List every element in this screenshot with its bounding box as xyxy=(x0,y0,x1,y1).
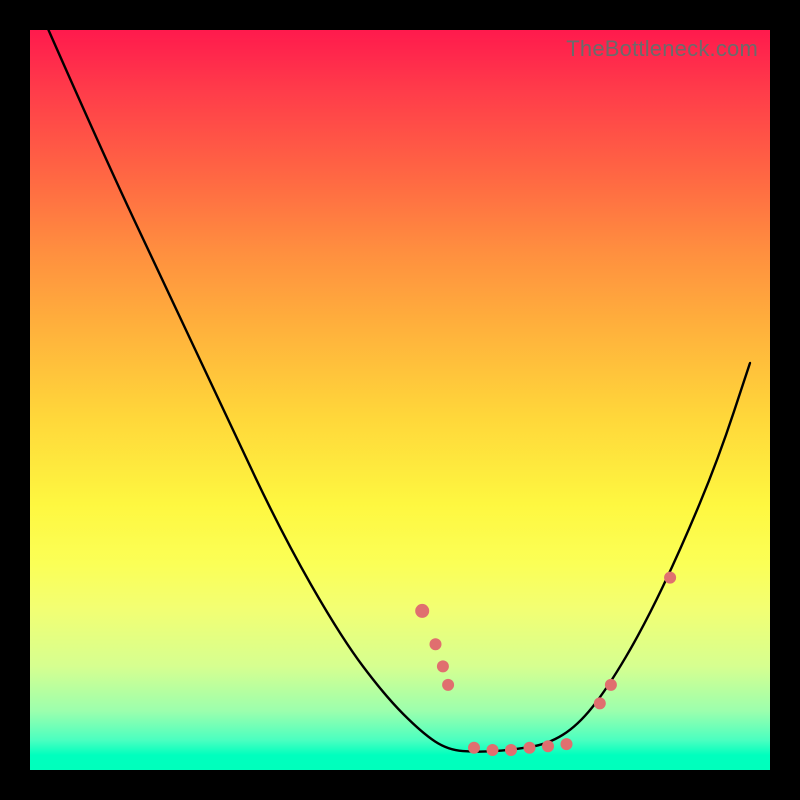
chart-svg xyxy=(30,30,770,770)
curve-bead xyxy=(437,660,449,672)
curve-bead xyxy=(594,697,606,709)
curve-bead xyxy=(415,604,429,618)
curve-bead xyxy=(505,744,517,756)
curve-bead xyxy=(524,742,536,754)
chart-frame: TheBottleneck.com xyxy=(30,30,770,770)
curve-bead xyxy=(664,572,676,584)
bottleneck-curve xyxy=(49,30,751,752)
curve-bead xyxy=(487,744,499,756)
curve-bead xyxy=(561,738,573,750)
curve-beads xyxy=(415,572,676,756)
curve-bead xyxy=(442,679,454,691)
curve-bead xyxy=(430,638,442,650)
curve-bead xyxy=(605,679,617,691)
curve-bead xyxy=(542,740,554,752)
curve-bead xyxy=(468,742,480,754)
